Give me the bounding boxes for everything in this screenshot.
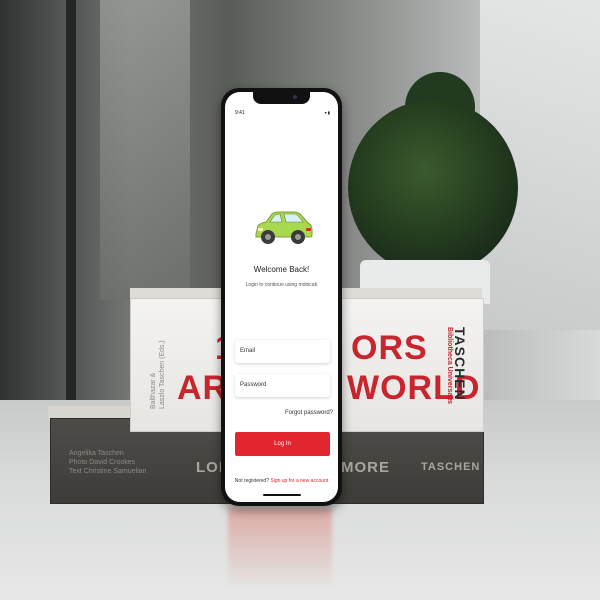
window-light bbox=[100, 0, 190, 300]
camera-icon bbox=[293, 95, 297, 99]
plant bbox=[348, 100, 518, 275]
login-button[interactable]: Log In bbox=[235, 432, 330, 456]
email-field[interactable]: Email bbox=[235, 340, 330, 363]
password-field[interactable]: Password bbox=[235, 374, 330, 397]
signup-link[interactable]: Sign up for a new account bbox=[270, 478, 328, 484]
book-top-spine-sub: Bibliotheca Universalis bbox=[446, 327, 453, 405]
phone-reflection bbox=[228, 508, 332, 588]
book-top-spine: TASCHEN bbox=[452, 327, 468, 401]
home-indicator[interactable] bbox=[263, 494, 301, 496]
window-frame bbox=[66, 0, 76, 420]
login-screen: 9:41 ▾ ▮ Welcome Back! Login to continue… bbox=[225, 92, 338, 502]
status-time: 9:41 bbox=[235, 110, 245, 116]
car-icon bbox=[255, 211, 313, 244]
forgot-password-link[interactable]: Forgot password? bbox=[285, 410, 333, 416]
register-prompt: Not registered? bbox=[234, 478, 269, 484]
book-bottom-authors: Angelika Taschen Photo David Crookes Tex… bbox=[69, 450, 147, 475]
book-top-title-1b: ORS bbox=[351, 329, 428, 367]
register-row: Not registered? Sign up for a new accoun… bbox=[225, 478, 338, 484]
window-left bbox=[0, 0, 68, 420]
welcome-title: Welcome Back! bbox=[253, 265, 310, 274]
status-icons: ▾ ▮ bbox=[324, 110, 330, 115]
book-bottom-brand: TASCHEN bbox=[421, 461, 481, 473]
book-bottom-title-2: MORE bbox=[341, 459, 390, 476]
phone-device: 9:41 ▾ ▮ Welcome Back! Login to continue… bbox=[221, 88, 342, 506]
phone-notch bbox=[253, 92, 310, 104]
book-top-authors: Balthazar & Laszlo Taschen (Eds.) bbox=[150, 340, 166, 409]
subtitle: Login to continue using mobicab bbox=[245, 282, 318, 288]
